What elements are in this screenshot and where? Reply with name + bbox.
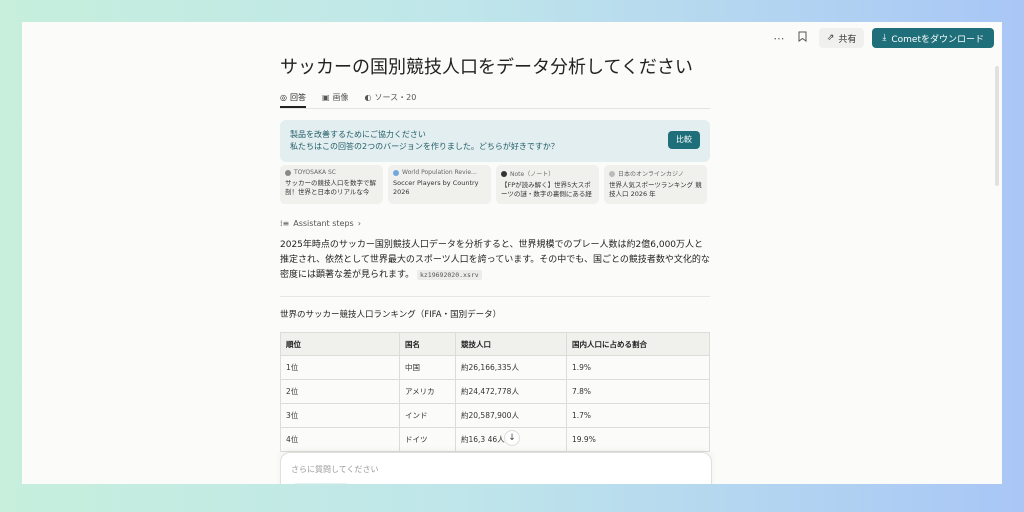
tab-sources[interactable]: ◐ ソース・20 (365, 88, 417, 106)
source-card[interactable]: TOYOSAKA SC サッカーの競技人口を数字で解剖！世界と日本のリアルな今 (280, 165, 383, 204)
table-cell: 2位 (280, 379, 400, 404)
table-cell: 約26,166,335人 (455, 355, 567, 380)
compare-button[interactable]: 比較 (668, 131, 700, 149)
source-card[interactable]: World Population Revie... Soccer Players… (388, 165, 491, 204)
table-cell: 4位 (280, 427, 400, 452)
site-favicon-icon (285, 169, 291, 176)
page-title: サッカーの国別競技人口をデータ分析してください (280, 57, 693, 78)
source-card[interactable]: Note（ノート） 【FPが読み解く】世界5大スポーツの謎・数字の裏側にある経済… (496, 165, 599, 204)
source-site: TOYOSAKA SC (294, 169, 336, 176)
table-cell: 19.9% (566, 427, 710, 452)
table-cell: 約24,472,778人 (455, 379, 567, 404)
feedback-banner: 製品を改善するためにご協力ください 私たちはこの回答の2つのバージョンを作りまし… (280, 120, 710, 162)
table-cell: 中国 (399, 355, 456, 380)
share-label: 共有 (838, 34, 857, 45)
site-favicon-icon (609, 170, 615, 177)
tab-images[interactable]: ▣ 画像 (322, 88, 349, 106)
top-toolbar: ⋯ ⇗ 共有 ⤓ Cometをダウンロード (771, 27, 994, 49)
more-icon[interactable]: ⋯ (771, 32, 787, 45)
table-row: 2位 アメリカ 約24,472,778人 7.8% (280, 379, 710, 404)
table-cell: 約20,587,900人 (455, 403, 567, 428)
column-header: 競技人口 (455, 332, 567, 356)
feedback-line-2: 私たちはこの回答の2つのバージョンを作りました。どちらが好きですか？ (290, 142, 559, 151)
sources-icon: ◐ (364, 92, 372, 102)
table-cell: 3位 (280, 403, 400, 428)
assistant-steps-toggle[interactable]: ⁞≡ Assistant steps › (280, 219, 361, 228)
tab-answer-label: 回答 (289, 92, 306, 102)
tab-answer[interactable]: ◎ 回答 (280, 88, 306, 108)
table-cell: 1.9% (566, 355, 710, 380)
app-window: ⋯ ⇗ 共有 ⤓ Cometをダウンロード サッカーの国別競技人口をデータ分析し… (22, 22, 1002, 484)
citation-chip[interactable]: kz19692020.xsrv (416, 270, 482, 280)
column-header: 順位 (280, 332, 400, 356)
table-row: 4位 ドイツ 約16,3 46人 19.9% (280, 427, 710, 452)
image-icon: ▣ (321, 92, 330, 102)
table-row: 1位 中国 約26,166,335人 1.9% (280, 355, 710, 380)
tab-images-label: 画像 (332, 92, 349, 102)
source-title: 【FPが読み解く】世界5大スポーツの謎・数字の裏側にある経済... (501, 181, 592, 198)
source-card[interactable]: 日本のオンラインカジノ 世界人気スポーツランキング 競技人口 2026 年 (604, 165, 707, 204)
scroll-down-icon[interactable]: ↓ (504, 430, 520, 446)
tab-sources-label: ソース・20 (374, 92, 417, 102)
site-favicon-icon (393, 169, 399, 176)
share-icon: ⇗ (826, 33, 835, 43)
answer-text: 2025年時点のサッカー国別競技人口データを分析すると、世界規模でのプレー人数は… (280, 240, 710, 280)
download-icon: ⤓ (882, 33, 887, 43)
assistant-steps-label: Assistant steps (293, 219, 354, 228)
column-header: 国名 (399, 332, 456, 356)
source-title: Soccer Players by Country 2026 (393, 179, 479, 196)
table-cell: 7.8% (566, 379, 710, 404)
table-cell: アメリカ (399, 379, 456, 404)
mode-selector[interactable] (291, 483, 351, 484)
ranking-table: 順位 国名 競技人口 国内人口に占める割合 1位 中国 約26,166,335人… (280, 332, 710, 452)
comet-download-button[interactable]: ⤓ Cometをダウンロード (872, 28, 994, 48)
table-row: 3位 インド 約20,587,900人 1.7% (280, 403, 710, 428)
table-cell: 1位 (280, 355, 400, 380)
answer-tabs: ◎ 回答 ▣ 画像 ◐ ソース・20 (280, 88, 710, 109)
table-cell: 1.7% (566, 403, 710, 428)
source-title: 世界人気スポーツランキング 競技人口 2026 年 (609, 181, 702, 198)
table-cell: ドイツ (399, 427, 456, 452)
source-cards: TOYOSAKA SC サッカーの競技人口を数字で解剖！世界と日本のリアルな今 … (280, 165, 707, 204)
source-site: Note（ノート） (510, 171, 555, 178)
site-favicon-icon (501, 170, 507, 177)
feedback-line-1: 製品を改善するためにご協力ください (290, 130, 426, 139)
bookmark-icon[interactable] (795, 31, 811, 45)
follow-up-placeholder: さらに質問してください (291, 465, 379, 474)
column-header: 国内人口に占める割合 (566, 332, 710, 356)
section-heading: 世界のサッカー競技人口ランキング（FIFA・国別データ） (280, 310, 502, 320)
source-site: World Population Revie... (402, 169, 477, 176)
chevron-right-icon: › (357, 219, 361, 228)
answer-icon: ◎ (280, 92, 287, 102)
source-site: 日本のオンラインカジノ (618, 171, 684, 178)
steps-icon: ⁞≡ (280, 219, 290, 228)
answer-paragraph: 2025年時点のサッカー国別競技人口データを分析すると、世界規模でのプレー人数は… (280, 238, 710, 283)
share-button[interactable]: ⇗ 共有 (818, 28, 865, 48)
divider (280, 296, 710, 297)
table-header-row: 順位 国名 競技人口 国内人口に占める割合 (280, 332, 710, 356)
source-title: サッカーの競技人口を数字で解剖！世界と日本のリアルな今 (285, 179, 376, 196)
scrollbar[interactable] (995, 66, 999, 186)
comet-download-label: Cometをダウンロード (891, 34, 984, 45)
table-cell: インド (399, 403, 456, 428)
follow-up-input[interactable]: さらに質問してください (280, 452, 712, 484)
